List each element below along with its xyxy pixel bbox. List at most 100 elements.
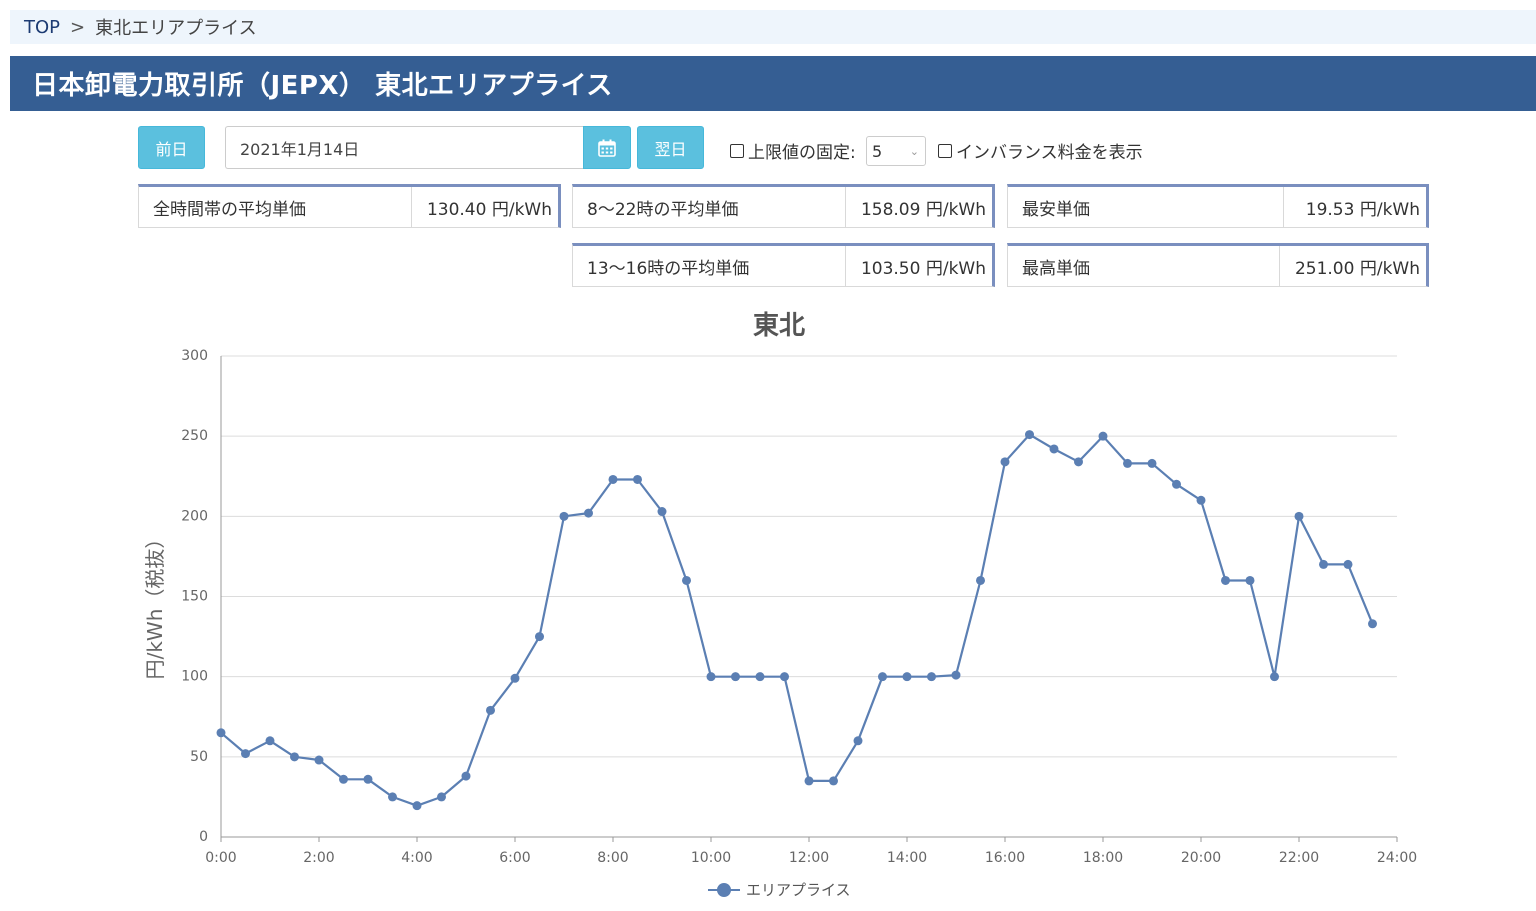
cap-value-select[interactable]: 5 ⌄ <box>866 136 926 166</box>
x-tick-label: 4:00 <box>401 850 432 866</box>
stat-min-price: 最安単価 19.53 円/kWh <box>1007 184 1429 228</box>
data-point <box>437 792 446 802</box>
data-point <box>731 672 740 682</box>
stat-value: 251.00 円/kWh <box>1294 258 1420 279</box>
data-point <box>780 672 789 682</box>
series-line <box>220 433 1374 807</box>
cap-fix-group: 上限値の固定: <box>730 138 856 163</box>
y-tick-label: 100 <box>181 669 208 685</box>
calendar-icon <box>598 139 616 157</box>
price-chart: 東北 円/kWh（税抜） 0 50 100 150 200 250 300 0:00 2:00 4… <box>143 311 1417 899</box>
legend-label: エリアプライス <box>746 881 851 899</box>
data-point <box>1147 458 1157 468</box>
data-point <box>1270 672 1279 682</box>
y-tick-label: 300 <box>181 348 208 364</box>
stat-label: 最安単価 <box>1008 187 1284 227</box>
data-point <box>1074 457 1083 467</box>
y-tick-label: 200 <box>181 508 208 524</box>
data-point <box>339 774 348 784</box>
calendar-button[interactable] <box>583 126 631 169</box>
data-point <box>314 755 324 765</box>
data-point <box>1196 495 1206 505</box>
data-point <box>510 673 520 683</box>
breadcrumb-top-link[interactable]: TOP <box>24 17 60 38</box>
stat-label: 全時間帯の平均単価 <box>139 187 412 227</box>
page-title: 日本卸電力取引所（JEPX） 東北エリアプライス <box>32 71 613 101</box>
stat-label: 8〜22時の平均単価 <box>573 187 846 227</box>
data-point <box>1098 431 1108 441</box>
data-point <box>1025 430 1034 440</box>
imbalance-group: インバランス料金を表示 <box>938 138 1143 163</box>
data-point <box>829 776 838 786</box>
imbalance-label: インバランス料金を表示 <box>956 143 1143 163</box>
data-point <box>902 672 912 682</box>
stat-peak-average: 13〜16時の平均単価 103.50 円/kWh <box>572 243 995 287</box>
stat-value: 130.40 円/kWh <box>426 199 552 220</box>
data-point <box>1294 511 1304 521</box>
data-point <box>878 672 887 682</box>
imbalance-checkbox[interactable] <box>938 143 952 158</box>
data-point <box>608 474 618 484</box>
page-header: 日本卸電力取引所（JEPX） 東北エリアプライス <box>10 56 1536 111</box>
data-point <box>412 801 422 811</box>
x-tick-label: 2:00 <box>303 850 334 866</box>
data-point <box>1368 619 1377 629</box>
x-tick-label: 10:00 <box>691 850 731 866</box>
x-tick-label: 18:00 <box>1083 850 1123 866</box>
breadcrumb-current: 東北エリアプライス <box>95 18 257 39</box>
data-point <box>216 728 226 738</box>
x-tick-label: 8:00 <box>597 850 628 866</box>
date-input[interactable]: 2021年1月14日 <box>225 126 583 169</box>
y-tick-label: 0 <box>199 829 208 845</box>
data-point <box>486 705 495 715</box>
data-point <box>535 632 544 642</box>
breadcrumb: TOP > 東北エリアプライス <box>10 10 1536 44</box>
x-tick-label: 16:00 <box>985 850 1025 866</box>
stat-label: 13〜16時の平均単価 <box>573 246 846 286</box>
cap-value-text: 5 <box>872 141 883 161</box>
data-point <box>657 507 667 517</box>
data-point <box>584 508 593 518</box>
stat-value: 158.09 円/kWh <box>860 199 986 220</box>
y-axis-label: 円/kWh（税抜） <box>143 529 167 680</box>
x-tick-label: 20:00 <box>1181 850 1221 866</box>
chevron-down-icon: ⌄ <box>909 145 919 158</box>
x-tick-label: 22:00 <box>1279 850 1319 866</box>
data-point <box>461 771 471 781</box>
x-tick-label: 12:00 <box>789 850 829 866</box>
y-tick-label: 250 <box>181 428 208 444</box>
data-point <box>1343 559 1353 569</box>
stat-value: 103.50 円/kWh <box>860 258 986 279</box>
cap-fix-label: 上限値の固定: <box>748 143 856 163</box>
stat-day-average: 8〜22時の平均単価 158.09 円/kWh <box>572 184 995 228</box>
next-day-button[interactable]: 翌日 <box>637 126 704 169</box>
y-tick-label: 50 <box>190 749 208 765</box>
y-tick-label: 150 <box>181 589 208 605</box>
stat-label: 最高単価 <box>1008 246 1280 286</box>
data-point <box>804 776 814 786</box>
legend-marker <box>717 883 731 897</box>
chart-title: 東北 <box>753 311 805 341</box>
data-point <box>1000 457 1010 467</box>
data-point <box>706 672 716 682</box>
data-point <box>1319 559 1328 569</box>
cap-fix-checkbox[interactable] <box>730 143 744 158</box>
data-point <box>633 474 642 484</box>
data-point <box>976 575 985 585</box>
prev-day-button[interactable]: 前日 <box>138 126 205 169</box>
data-point <box>853 736 863 746</box>
data-point <box>388 792 397 802</box>
breadcrumb-separator: > <box>70 16 86 38</box>
data-point <box>1221 575 1230 585</box>
data-point <box>755 672 765 682</box>
stat-value: 19.53 円/kWh <box>1305 199 1420 220</box>
data-point <box>265 736 275 746</box>
x-tick-label: 24:00 <box>1377 850 1417 866</box>
data-point <box>927 672 936 682</box>
data-point <box>290 752 299 762</box>
data-point <box>1172 479 1181 489</box>
data-point <box>363 774 373 784</box>
stat-max-price: 最高単価 251.00 円/kWh <box>1007 243 1429 287</box>
data-point <box>1245 575 1255 585</box>
x-tick-label: 14:00 <box>887 850 927 866</box>
